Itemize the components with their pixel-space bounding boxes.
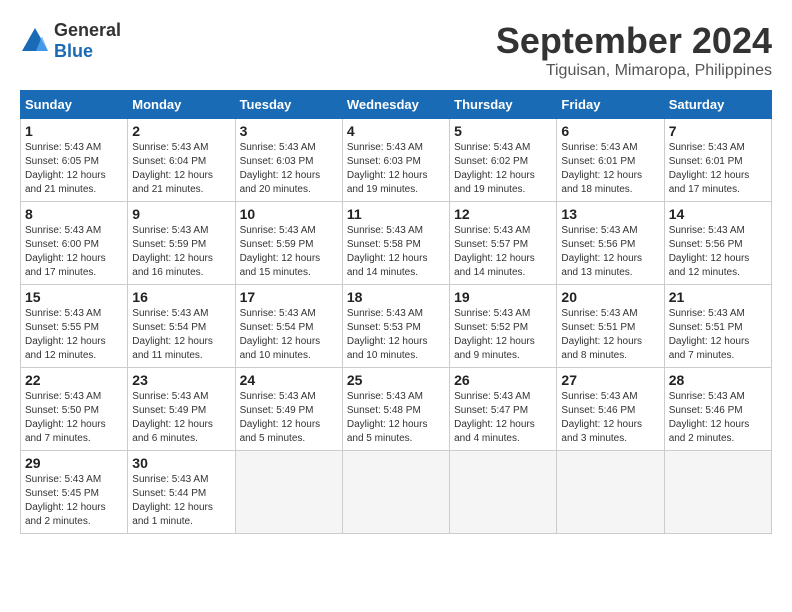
table-row: 21Sunrise: 5:43 AMSunset: 5:51 PMDayligh…: [664, 285, 771, 368]
table-row: 27Sunrise: 5:43 AMSunset: 5:46 PMDayligh…: [557, 368, 664, 451]
col-wednesday: Wednesday: [342, 91, 449, 119]
table-row: 25Sunrise: 5:43 AMSunset: 5:48 PMDayligh…: [342, 368, 449, 451]
table-row: 3Sunrise: 5:43 AMSunset: 6:03 PMDaylight…: [235, 119, 342, 202]
table-row: 14Sunrise: 5:43 AMSunset: 5:56 PMDayligh…: [664, 202, 771, 285]
table-row: 15Sunrise: 5:43 AMSunset: 5:55 PMDayligh…: [21, 285, 128, 368]
table-row: 19Sunrise: 5:43 AMSunset: 5:52 PMDayligh…: [450, 285, 557, 368]
table-row: 17Sunrise: 5:43 AMSunset: 5:54 PMDayligh…: [235, 285, 342, 368]
table-row: [557, 451, 664, 534]
table-row: 18Sunrise: 5:43 AMSunset: 5:53 PMDayligh…: [342, 285, 449, 368]
table-row: 22Sunrise: 5:43 AMSunset: 5:50 PMDayligh…: [21, 368, 128, 451]
col-tuesday: Tuesday: [235, 91, 342, 119]
col-friday: Friday: [557, 91, 664, 119]
table-row: 29Sunrise: 5:43 AMSunset: 5:45 PMDayligh…: [21, 451, 128, 534]
table-row: 9Sunrise: 5:43 AMSunset: 5:59 PMDaylight…: [128, 202, 235, 285]
table-row: 10Sunrise: 5:43 AMSunset: 5:59 PMDayligh…: [235, 202, 342, 285]
table-row: 26Sunrise: 5:43 AMSunset: 5:47 PMDayligh…: [450, 368, 557, 451]
logo: General Blue: [20, 20, 121, 62]
table-row: 1Sunrise: 5:43 AMSunset: 6:05 PMDaylight…: [21, 119, 128, 202]
month-title: September 2024: [496, 20, 772, 62]
header-row: Sunday Monday Tuesday Wednesday Thursday…: [21, 91, 772, 119]
logo-general: General: [54, 20, 121, 40]
table-row: 23Sunrise: 5:43 AMSunset: 5:49 PMDayligh…: [128, 368, 235, 451]
table-row: 11Sunrise: 5:43 AMSunset: 5:58 PMDayligh…: [342, 202, 449, 285]
table-row: 8Sunrise: 5:43 AMSunset: 6:00 PMDaylight…: [21, 202, 128, 285]
table-row: 16Sunrise: 5:43 AMSunset: 5:54 PMDayligh…: [128, 285, 235, 368]
table-row: 5Sunrise: 5:43 AMSunset: 6:02 PMDaylight…: [450, 119, 557, 202]
table-row: 12Sunrise: 5:43 AMSunset: 5:57 PMDayligh…: [450, 202, 557, 285]
header: General Blue September 2024 Tiguisan, Mi…: [20, 20, 772, 80]
title-area: September 2024 Tiguisan, Mimaropa, Phili…: [496, 20, 772, 80]
col-saturday: Saturday: [664, 91, 771, 119]
table-row: 20Sunrise: 5:43 AMSunset: 5:51 PMDayligh…: [557, 285, 664, 368]
table-row: 24Sunrise: 5:43 AMSunset: 5:49 PMDayligh…: [235, 368, 342, 451]
location-title: Tiguisan, Mimaropa, Philippines: [496, 62, 772, 80]
col-sunday: Sunday: [21, 91, 128, 119]
table-row: 30Sunrise: 5:43 AMSunset: 5:44 PMDayligh…: [128, 451, 235, 534]
logo-icon: [20, 26, 50, 56]
table-row: [235, 451, 342, 534]
logo-blue: Blue: [54, 41, 93, 61]
table-row: [664, 451, 771, 534]
table-row: 6Sunrise: 5:43 AMSunset: 6:01 PMDaylight…: [557, 119, 664, 202]
table-row: 7Sunrise: 5:43 AMSunset: 6:01 PMDaylight…: [664, 119, 771, 202]
table-row: 28Sunrise: 5:43 AMSunset: 5:46 PMDayligh…: [664, 368, 771, 451]
table-row: 13Sunrise: 5:43 AMSunset: 5:56 PMDayligh…: [557, 202, 664, 285]
table-row: [342, 451, 449, 534]
table-row: 2Sunrise: 5:43 AMSunset: 6:04 PMDaylight…: [128, 119, 235, 202]
table-row: 4Sunrise: 5:43 AMSunset: 6:03 PMDaylight…: [342, 119, 449, 202]
calendar-table: Sunday Monday Tuesday Wednesday Thursday…: [20, 90, 772, 534]
col-monday: Monday: [128, 91, 235, 119]
table-row: [450, 451, 557, 534]
col-thursday: Thursday: [450, 91, 557, 119]
